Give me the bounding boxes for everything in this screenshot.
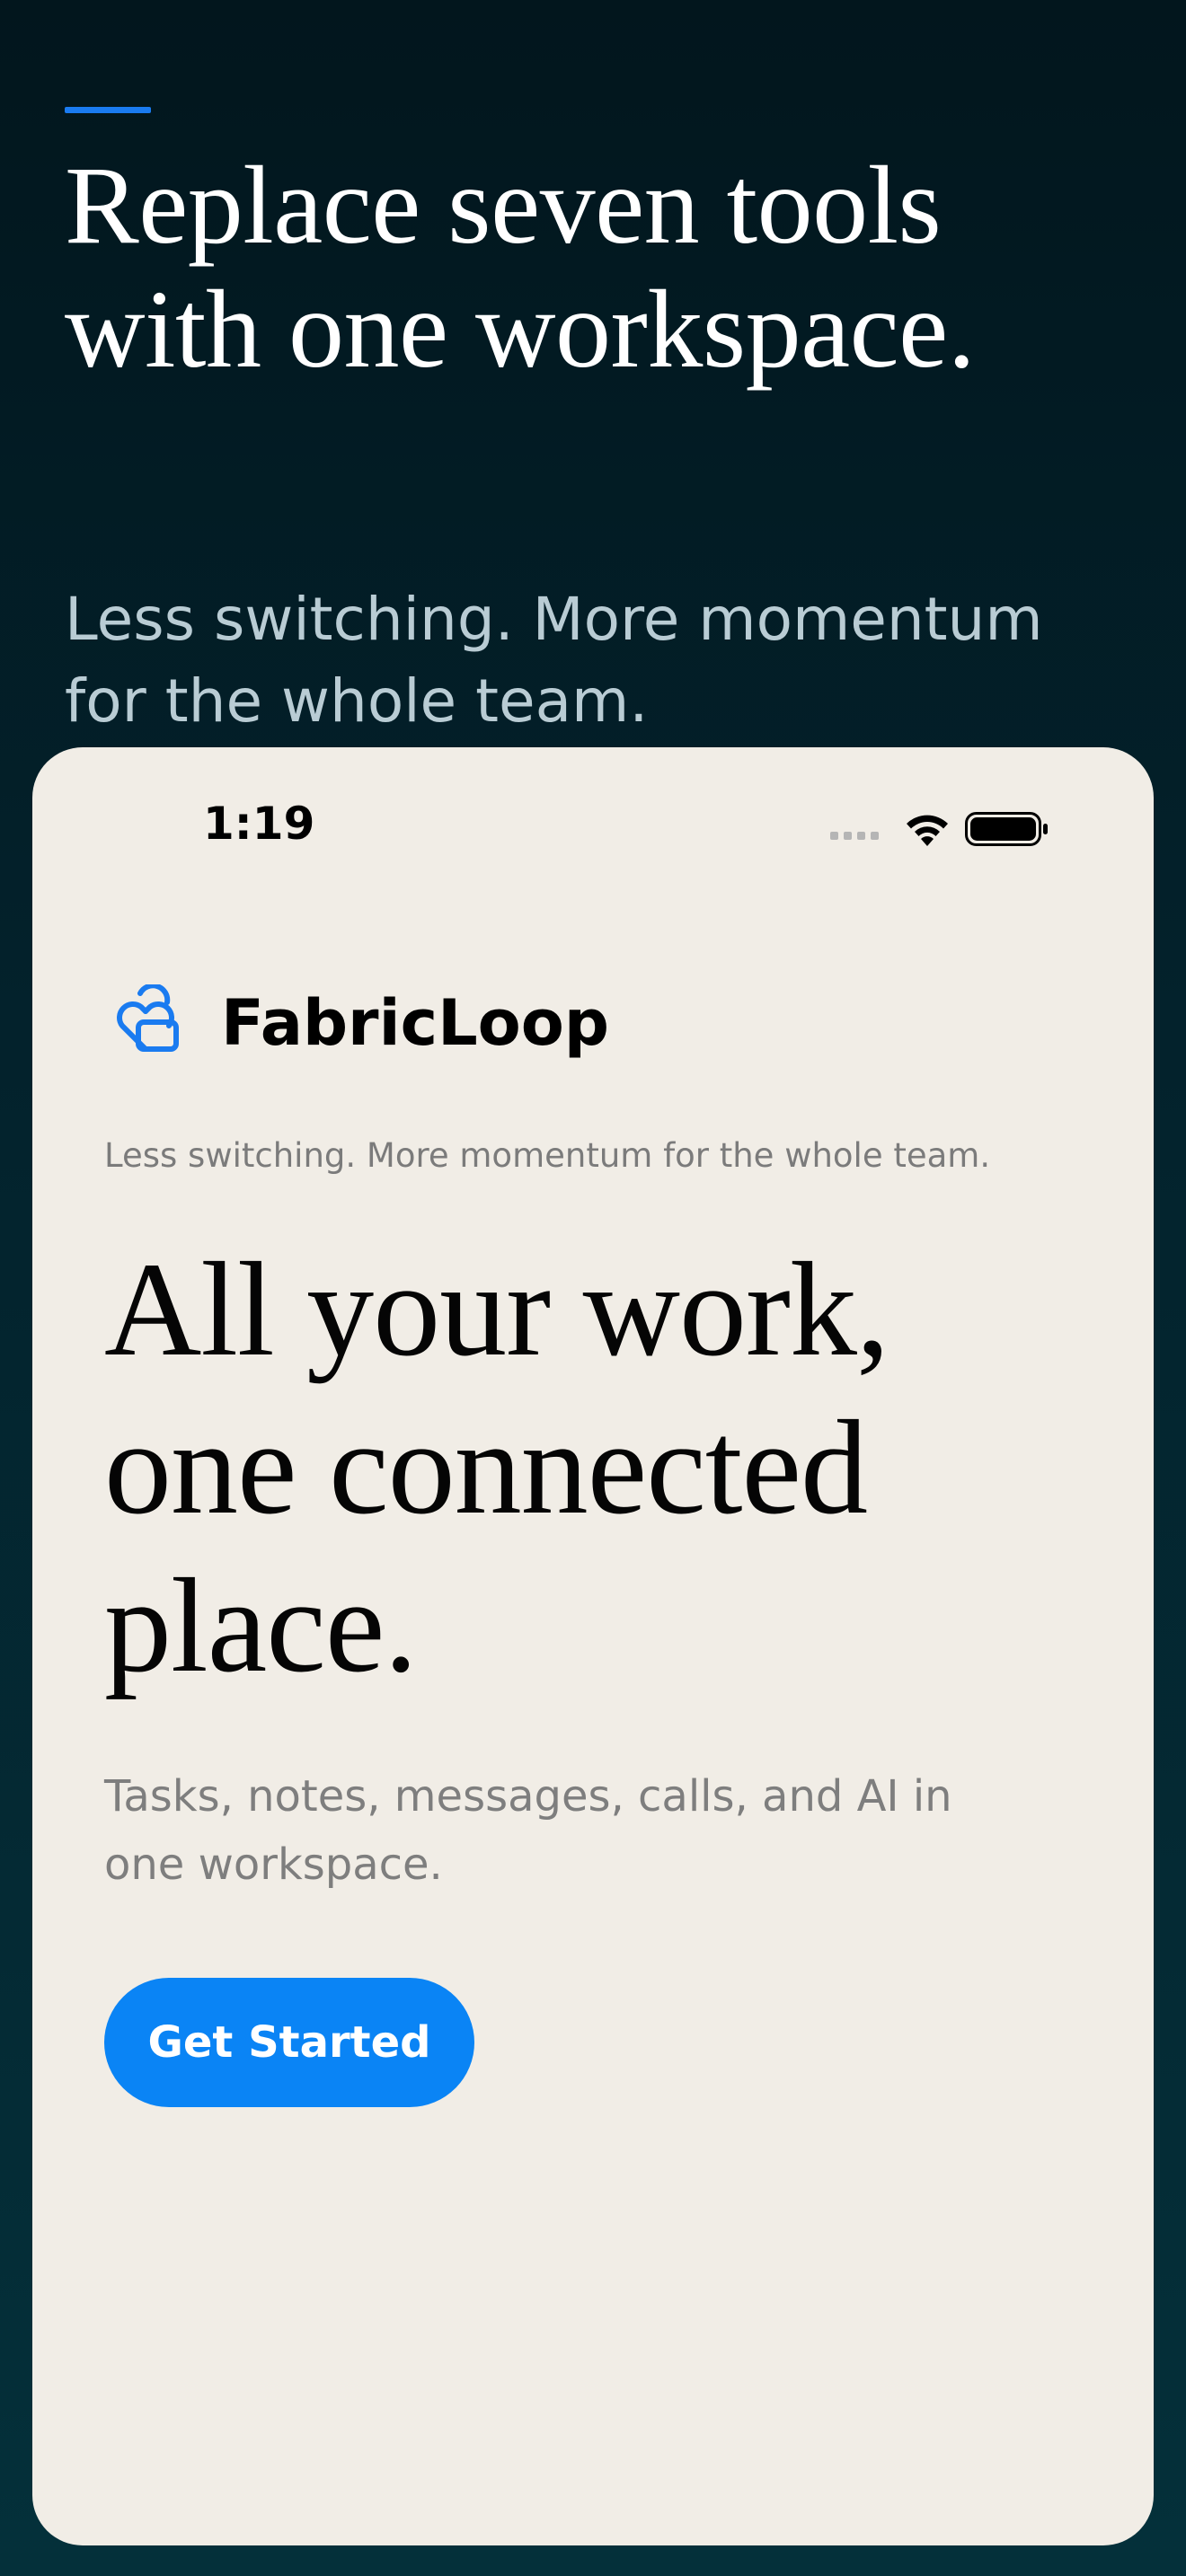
wifi-icon (907, 815, 948, 846)
phone-screen: 1:19 FabricLoop Less switching. More mom… (32, 747, 1154, 2545)
battery-icon (965, 812, 1048, 846)
get-started-button[interactable]: Get Started (104, 1978, 474, 2107)
accent-bar (65, 107, 151, 113)
app-brand-name: FabricLoop (221, 986, 609, 1060)
heart-loop-icon (113, 983, 181, 1053)
hero-description: Tasks, notes, messages, calls, and AI in… (104, 1771, 952, 1890)
marketing-headline: Replace seven tools with one workspace. (65, 144, 976, 391)
status-icons (830, 807, 1055, 851)
marketing-subtitle: Less switching. More momentum for the wh… (65, 585, 1043, 736)
app-tagline: Less switching. More momentum for the wh… (104, 1136, 991, 1175)
status-bar: 1:19 (32, 747, 1154, 855)
status-time: 1:19 (203, 798, 315, 850)
hero-headline: All your work, one connected place. (104, 1235, 890, 1700)
signal-icon (830, 832, 879, 840)
